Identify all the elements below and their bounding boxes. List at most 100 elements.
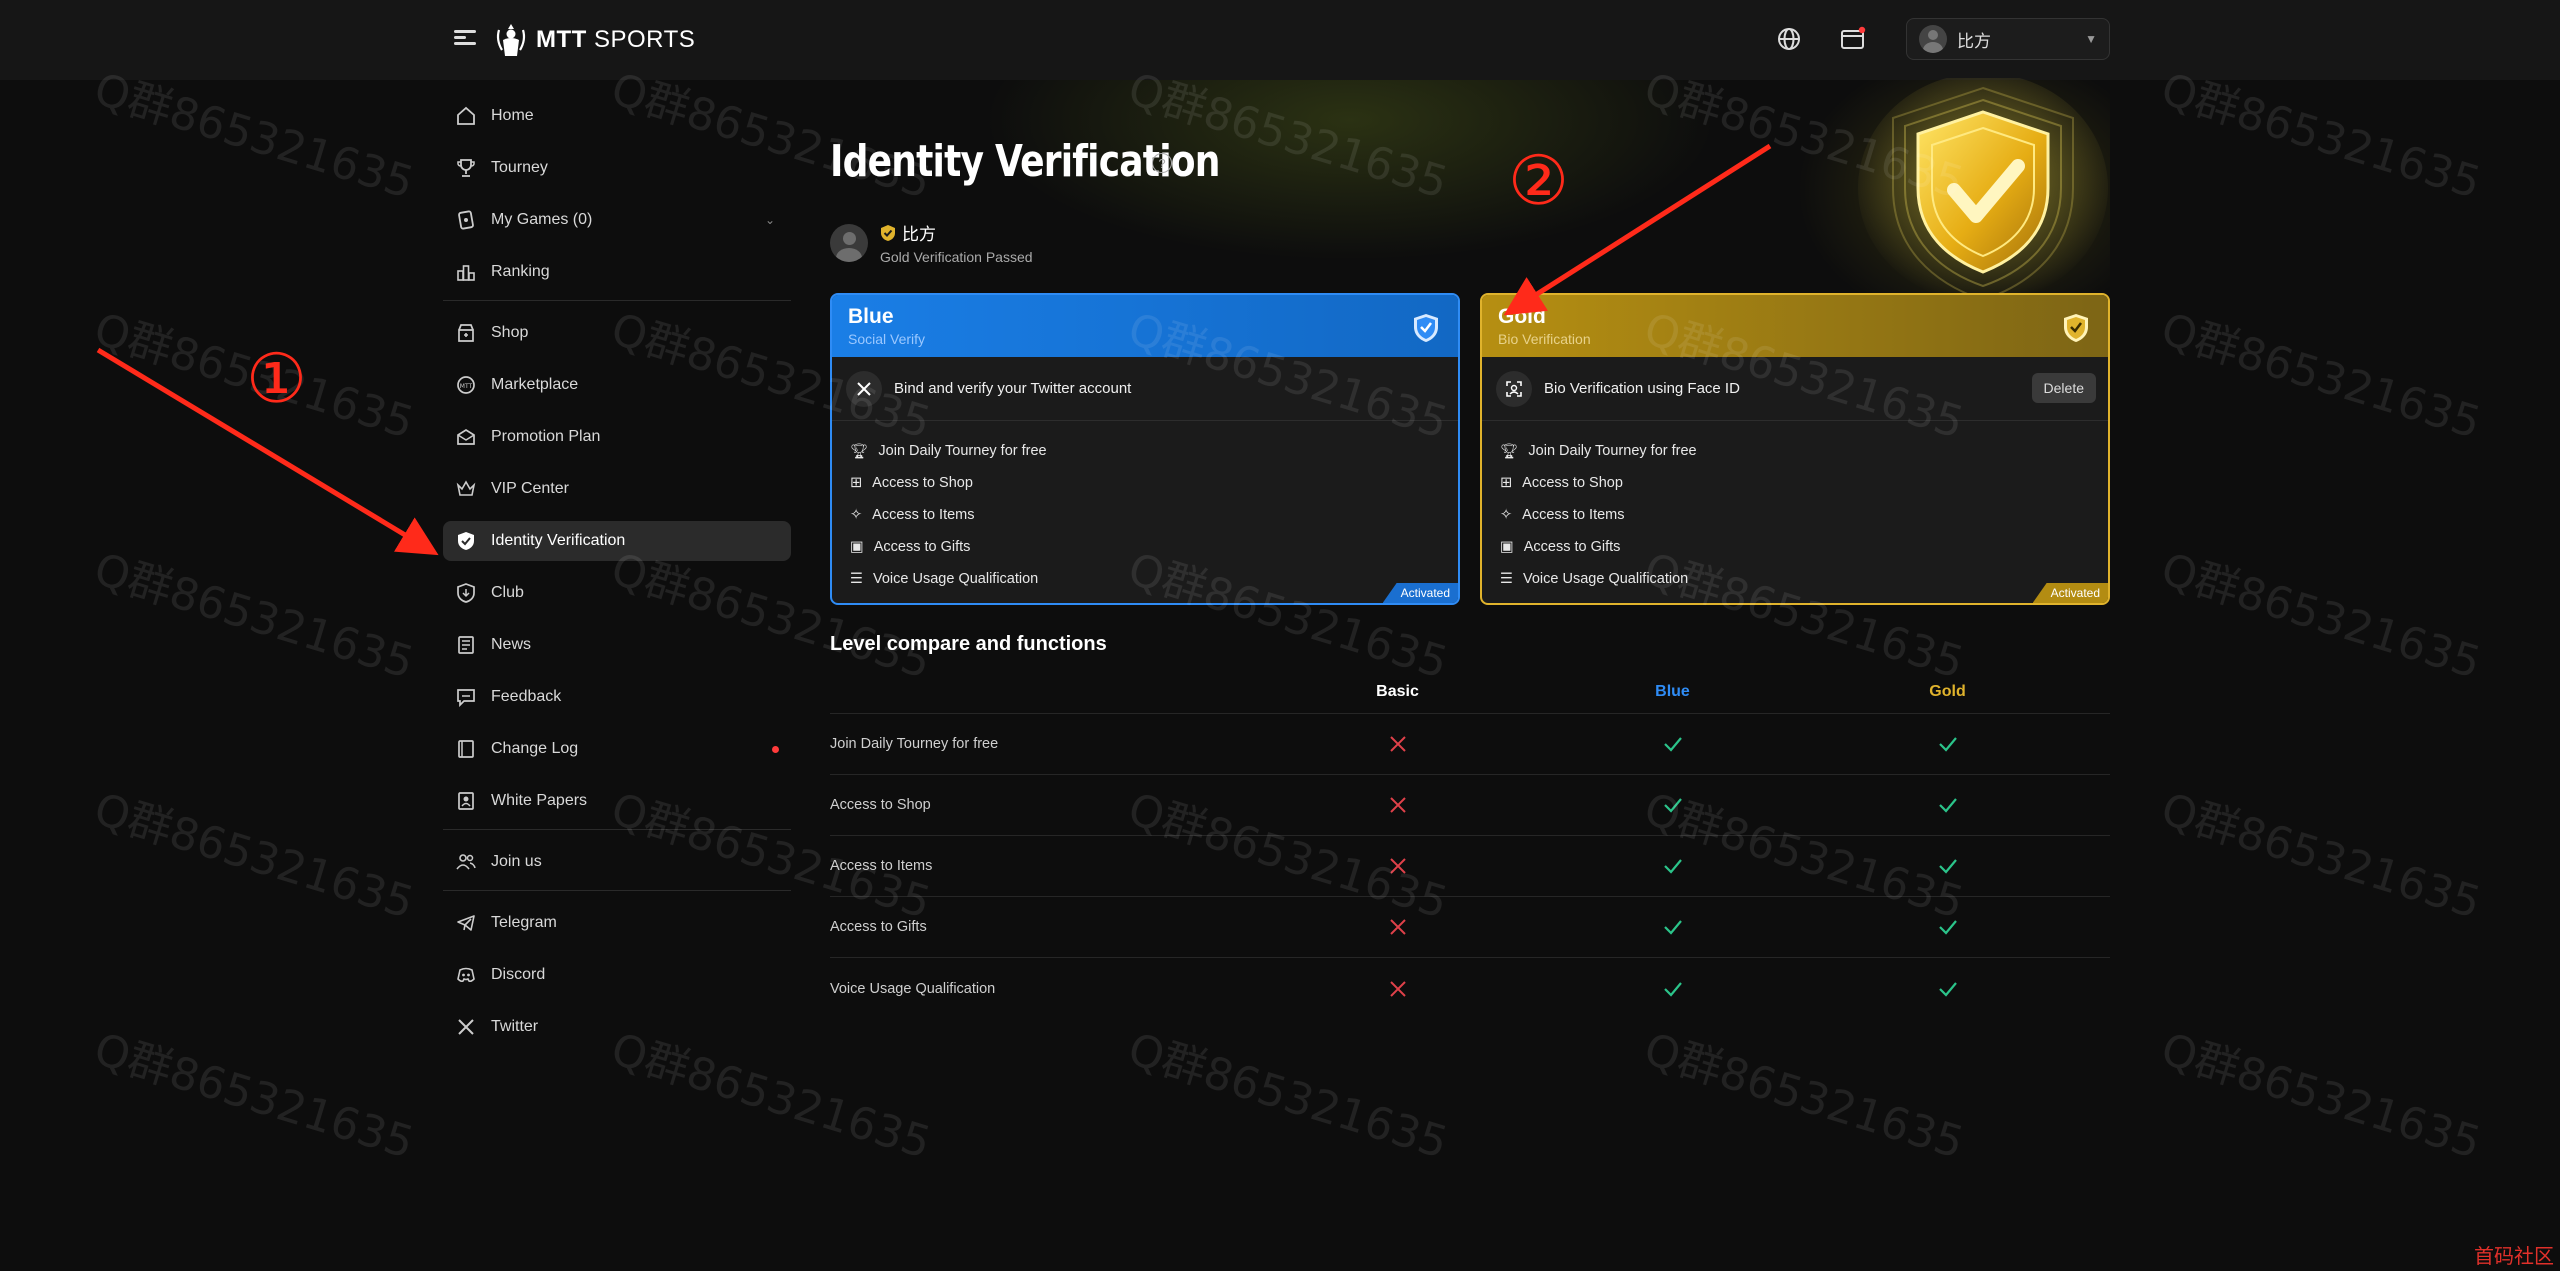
feature-list: 🏆︎ Join Daily Tourney for free ⊞ Access to…	[1482, 421, 2108, 595]
check-icon	[1810, 858, 2085, 874]
card-title: Gold	[1498, 305, 1546, 328]
sidebar-item-label: Join us	[491, 853, 542, 870]
blue-level-card: Blue Social Verify Bind and verify your …	[830, 293, 1460, 605]
sidebar-item-promotion-plan[interactable]: Promotion Plan	[443, 417, 791, 457]
verify-text: Bind and verify your Twitter account	[894, 380, 1132, 397]
gold-level-card: Gold Bio Verification Bio Verification u…	[1480, 293, 2110, 605]
shield-check-icon	[455, 530, 477, 552]
games-icon	[455, 209, 477, 231]
feature-item: ▣ Access to Gifts	[1482, 531, 2108, 563]
sidebar-item-label: Home	[491, 107, 534, 124]
feature-item: ☰ Voice Usage Qualification	[1482, 563, 2108, 595]
delete-button[interactable]: Delete	[2031, 373, 2096, 403]
cross-icon	[1260, 980, 1535, 998]
row-label: Access to Items	[830, 858, 933, 874]
items-icon: ✧	[850, 507, 863, 523]
sidebar-item-label: Telegram	[491, 914, 557, 931]
sidebar-item-label: Tourney	[491, 159, 548, 176]
row-label: Access to Shop	[830, 797, 931, 813]
sidebar-item-identity-verification[interactable]: Identity Verification	[443, 521, 791, 561]
card-subtitle: Bio Verification	[1498, 331, 1591, 347]
sidebar-item-tourney[interactable]: Tourney	[443, 148, 791, 188]
face-id-verify-row: Bio Verification using Face ID Delete	[1482, 357, 2108, 421]
divider	[443, 300, 791, 301]
check-icon	[1810, 919, 2085, 935]
cross-icon	[1260, 918, 1535, 936]
corner-watermark: 首码社区	[2468, 1238, 2560, 1271]
sidebar-item-label: Twitter	[491, 1018, 539, 1035]
gold-badge-icon	[881, 224, 895, 241]
sidebar-item-telegram[interactable]: Telegram	[443, 903, 791, 943]
feature-item: ▣ Access to Gifts	[832, 531, 1458, 563]
notification-dot	[772, 745, 779, 753]
header-gold: Gold	[1929, 682, 1966, 700]
annotation-two: ②	[1508, 142, 1569, 221]
menu-icon[interactable]	[454, 27, 476, 49]
check-icon	[1535, 919, 1810, 935]
x-twitter-icon	[455, 1016, 477, 1038]
sidebar-item-white-papers[interactable]: White Papers	[443, 781, 791, 821]
mail-icon[interactable]	[1840, 26, 1866, 52]
shop-icon	[455, 322, 477, 344]
sidebar-item-label: Feedback	[491, 688, 562, 705]
sidebar-item-ranking[interactable]: Ranking	[443, 252, 791, 292]
sidebar-item-shop[interactable]: Shop	[443, 313, 791, 353]
users-icon	[455, 851, 477, 873]
feature-item: 🏆︎ Join Daily Tourney for free	[832, 435, 1458, 467]
row-label: Access to Gifts	[830, 919, 927, 935]
globe-icon[interactable]	[1776, 26, 1802, 52]
table-row: Access to Items	[830, 836, 2110, 897]
feature-label: Access to Shop	[872, 475, 973, 491]
arrow-two	[1503, 143, 1772, 316]
shop-icon: ⊞	[850, 475, 863, 491]
verification-status: Gold Verification Passed	[880, 249, 1033, 265]
table-body: Join Daily Tourney for free Access to Sho…	[830, 714, 2110, 1019]
sidebar-item-marketplace[interactable]: MTT Marketplace	[443, 365, 791, 405]
ranking-icon	[455, 261, 477, 283]
avatar	[1919, 25, 1947, 53]
user-menu[interactable]: 比方 ▼	[1906, 18, 2110, 60]
sidebar: Home Tourney My Games (0) ⌄ Ranking Shop…	[443, 96, 791, 1047]
twitter-verify-row[interactable]: Bind and verify your Twitter account	[832, 357, 1458, 421]
watermark-text: Q群865321635	[2155, 783, 2487, 930]
watermark-text: Q群865321635	[88, 1023, 420, 1170]
feature-list: 🏆︎ Join Daily Tourney for free ⊞ Access to…	[832, 421, 1458, 595]
feature-item: ✧ Access to Items	[832, 499, 1458, 531]
sidebar-item-vip-center[interactable]: VIP Center	[443, 469, 791, 509]
cross-icon	[1260, 735, 1535, 753]
gold-shield-check-icon	[2064, 314, 2088, 342]
watermark-text: Q群865321635	[1638, 1023, 1970, 1170]
sidebar-item-twitter[interactable]: Twitter	[443, 1007, 791, 1047]
change-log-icon	[455, 738, 477, 760]
sidebar-item-label: Change Log	[491, 740, 579, 757]
annotation-arrows	[96, 143, 1772, 556]
user-name: 比方	[880, 220, 1033, 245]
sidebar-item-label: White Papers	[491, 792, 588, 809]
table-row: Access to Shop	[830, 775, 2110, 836]
home-icon	[455, 105, 477, 127]
marketplace-icon: MTT	[455, 374, 477, 396]
sidebar-item-discord[interactable]: Discord	[443, 955, 791, 995]
help-icon[interactable]: ?	[1152, 153, 1172, 173]
feature-item: ⊞ Access to Shop	[832, 467, 1458, 499]
news-icon	[455, 634, 477, 656]
table-row: Access to Gifts	[830, 897, 2110, 958]
sidebar-item-news[interactable]: News	[443, 625, 791, 665]
check-icon	[1810, 981, 2085, 997]
check-icon	[1535, 981, 1810, 997]
sidebar-item-change-log[interactable]: Change Log	[443, 729, 791, 769]
logo[interactable]: MTT SPORTS	[494, 20, 695, 60]
divider	[443, 890, 791, 891]
user-name-text: 比方	[902, 225, 936, 244]
sidebar-item-feedback[interactable]: Feedback	[443, 677, 791, 717]
sidebar-item-home[interactable]: Home	[443, 96, 791, 136]
sidebar-item-label: News	[491, 636, 532, 653]
svg-text:MTT: MTT	[460, 383, 473, 390]
sidebar-item-join-us[interactable]: Join us	[443, 842, 791, 882]
sidebar-item-club[interactable]: Club	[443, 573, 791, 613]
sidebar-item-my-games[interactable]: My Games (0) ⌄	[443, 200, 791, 240]
check-icon	[1810, 736, 2085, 752]
sidebar-item-label: Discord	[491, 966, 546, 983]
white-papers-icon	[455, 790, 477, 812]
gift-icon: ▣	[850, 539, 864, 555]
